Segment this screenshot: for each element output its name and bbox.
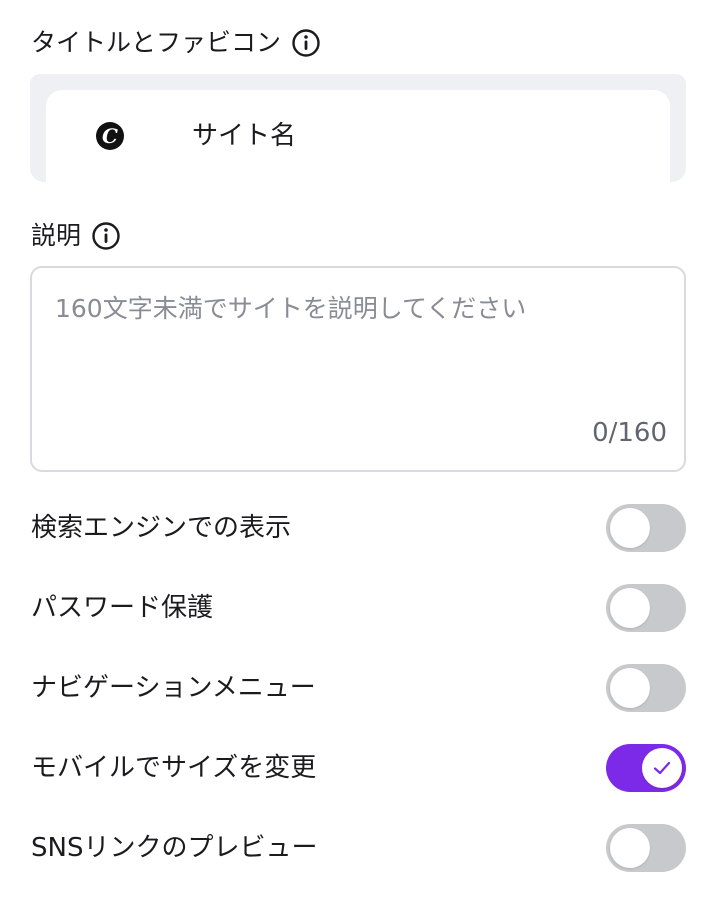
description-placeholder: 160文字未満でサイトを説明してください [55, 294, 527, 323]
description-textarea[interactable]: 160文字未満でサイトを説明してください 0/160 [30, 266, 686, 472]
setting-row-password: パスワード保護 [31, 584, 686, 632]
browser-tab-preview: C サイト名 [46, 90, 670, 182]
setting-label: 検索エンジンでの表示 [31, 513, 292, 543]
title-favicon-label: タイトルとファビコン [31, 28, 282, 57]
character-counter: 0/160 [592, 418, 667, 448]
setting-row-search-engine: 検索エンジンでの表示 [31, 504, 686, 552]
search-engine-toggle[interactable] [606, 504, 686, 552]
setting-row-sns-preview: SNSリンクのプレビュー [31, 824, 686, 872]
toggle-knob [610, 668, 650, 708]
setting-label: モバイルでサイズを変更 [31, 753, 317, 783]
toggle-knob [642, 748, 682, 788]
setting-row-mobile-resize: モバイルでサイズを変更 [31, 744, 686, 792]
favicon-icon: C [96, 122, 124, 150]
mobile-resize-toggle[interactable] [606, 744, 686, 792]
description-heading: 説明 [31, 221, 121, 251]
setting-label: パスワード保護 [31, 593, 214, 623]
setting-row-navigation: ナビゲーションメニュー [31, 664, 686, 712]
password-protection-toggle[interactable] [606, 584, 686, 632]
site-name: サイト名 [192, 121, 297, 151]
tab-preview: C サイト名 [30, 74, 686, 182]
toggle-knob [610, 828, 650, 868]
title-favicon-heading: タイトルとファビコン [31, 28, 321, 58]
check-icon [653, 761, 671, 775]
setting-label: ナビゲーションメニュー [31, 673, 316, 703]
info-icon[interactable] [291, 28, 321, 58]
toggle-knob [610, 588, 650, 628]
sns-link-preview-toggle[interactable] [606, 824, 686, 872]
navigation-menu-toggle[interactable] [606, 664, 686, 712]
description-label: 説明 [31, 221, 82, 250]
setting-label: SNSリンクのプレビュー [31, 833, 318, 863]
info-icon[interactable] [91, 221, 121, 251]
toggle-knob [610, 508, 650, 548]
